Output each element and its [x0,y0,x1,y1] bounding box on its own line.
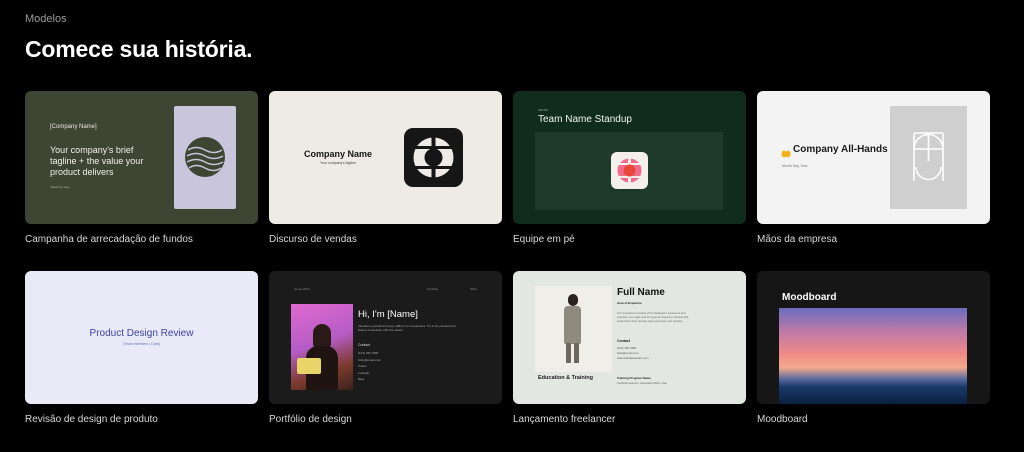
sunset-gradient-image [779,308,967,404]
thumb-eyebrow: MM/DD [538,108,549,112]
thumb-bio: A 2–3 sentence overview of the freelance… [617,312,689,323]
template-caption: Revisão de design de produto [25,414,158,425]
raised-hands-icon [781,145,791,158]
template-caption: Equipe em pé [513,234,575,245]
thumb-contact-list: (123) 456 7890 hello@email.com Twitter L… [358,351,382,381]
thumb-company: [Company Name] [50,124,97,130]
template-thumbnail[interactable]: [Company Name] Your company's brief tagl… [25,91,258,224]
template-card-sales-pitch[interactable]: Company Name Your company's tagline Disc… [269,91,502,245]
template-card-freelancer[interactable]: Education & Training Full Name Area of E… [513,271,746,425]
thumb-company: Company Name [304,149,373,159]
avatar-photo [535,286,612,372]
template-card-moodboard[interactable]: Moodboard Moodboard [757,271,990,425]
thumb-panel [535,132,723,210]
thumb-title: Product Design Review [89,328,194,339]
thumb-title: Moodboard [782,292,837,303]
thumb-nav-item: Home Work [294,287,310,291]
template-thumbnail[interactable]: Product Design Review [Team members • Da… [25,271,258,404]
template-thumbnail[interactable]: MM/DD Team Name Standup [513,91,746,224]
thumb-footnote: Vacat Vox logo [50,185,70,189]
section-eyebrow: Modelos [25,13,67,25]
thumb-title: Company All-Hands [793,144,888,155]
template-thumbnail[interactable]: Moodboard [757,271,990,404]
thumb-nav-item: 2024 [470,287,477,291]
template-caption: Mãos da empresa [757,234,838,245]
template-caption: Discurso de vendas [269,234,357,245]
thumb-panel [174,106,236,209]
thumb-sub: [Team members • Date] [123,342,160,346]
template-caption: Moodboard [757,414,808,425]
template-thumbnail[interactable]: Company Name Your company's tagline [269,91,502,224]
thumb-program: Certificate Earned • Associated Skills •… [617,382,667,385]
template-card-fundraising[interactable]: [Company Name] Your company's brief tagl… [25,91,258,245]
template-thumbnail[interactable]: Home Work Portfolio 2024 Hi, I'm [Name] … [269,271,502,404]
thumb-edu: Education & Training [538,375,594,381]
thumb-program-label: Training Program Name [617,376,651,380]
page-title: Comece sua história. [25,36,253,62]
thumb-title: Team Name Standup [538,114,632,125]
wave-circle-logo-icon [185,137,225,177]
thumb-intro: Introduce yourself and your skills in 2–… [358,324,456,332]
template-card-design-portfolio[interactable]: Home Work Portfolio 2024 Hi, I'm [Name] … [269,271,502,425]
thumb-title: Hi, I'm [Name] [358,309,418,320]
template-card-all-hands[interactable]: Company All-Hands Month Day, Year Mãos d… [757,91,990,245]
circle-in-square-logo-icon [404,128,463,187]
thumb-contact-label: Contact [358,343,371,347]
thumb-contact-label: Contact [617,339,631,343]
arch-window-logo-icon [913,132,944,181]
thumb-tagline: Your company's brief tagline + the value… [50,145,144,177]
pink-circle-app-icon [611,152,648,189]
thumb-panel [890,106,967,209]
template-caption: Lançamento freelancer [513,414,616,425]
template-card-standup[interactable]: MM/DD Team Name Standup Equipe em pé [513,91,746,245]
template-caption: Portfólio de design [269,414,352,425]
template-thumbnail[interactable]: Company All-Hands Month Day, Year [757,91,990,224]
template-card-product-design-review[interactable]: Product Design Review [Team members • Da… [25,271,258,425]
thumb-area: Area of Expertise [617,301,642,305]
profile-photo [291,304,353,390]
thumb-contact-list: (123) 456-7890 hello@email.com www.websi… [617,346,649,360]
template-caption: Campanha de arrecadação de fundos [25,234,193,245]
thumb-date: Month Day, Year [782,164,808,168]
thumb-nav-item: Portfolio [427,287,439,291]
template-thumbnail[interactable]: Education & Training Full Name Area of E… [513,271,746,404]
thumb-name: Full Name [617,287,665,298]
thumb-tagline: Your company's tagline [320,161,356,165]
